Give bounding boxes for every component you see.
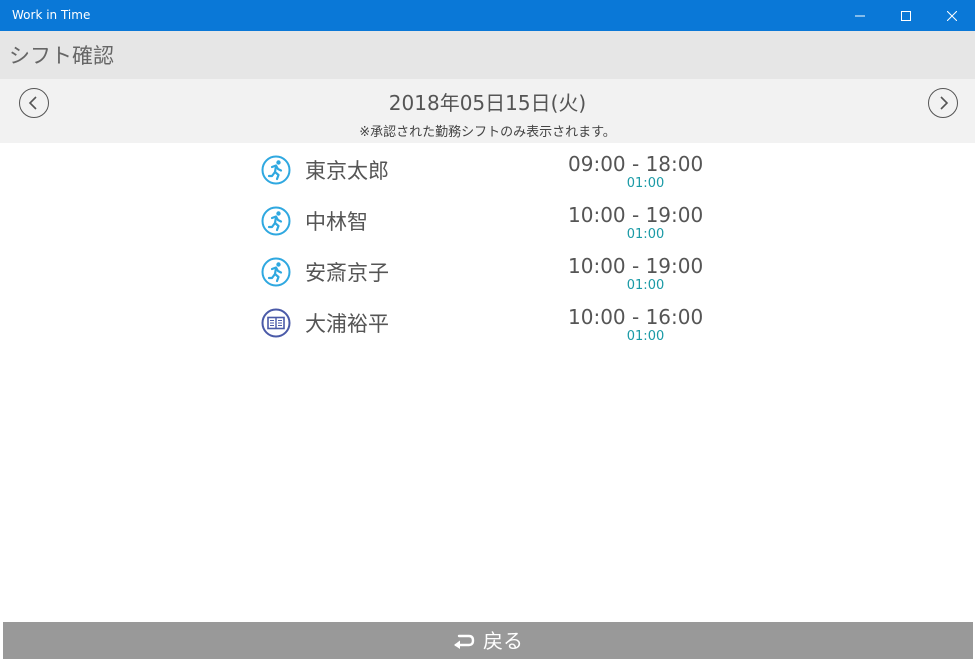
break-time: 01:00 xyxy=(626,278,665,293)
date-navigation: 2018年05日15日(火) ※承認された勤務シフトのみ表示されます。 xyxy=(0,79,975,143)
return-arrow-icon xyxy=(454,634,475,649)
close-button[interactable] xyxy=(929,0,975,31)
page-title: シフト確認 xyxy=(9,44,114,68)
shift-time: 10:00 - 19:00 xyxy=(568,203,704,227)
page-header: シフト確認 xyxy=(0,31,975,79)
shift-time: 10:00 - 16:00 xyxy=(568,305,704,329)
window-titlebar: Work in Time xyxy=(0,0,975,31)
book-icon xyxy=(261,308,291,338)
shift-row[interactable]: 中林智 10:00 - 19:00 01:00 xyxy=(258,203,728,257)
break-time: 01:00 xyxy=(626,176,665,191)
shift-time: 10:00 - 19:00 xyxy=(568,254,704,278)
minimize-icon xyxy=(855,15,865,16)
break-time: 01:00 xyxy=(626,329,665,344)
maximize-icon xyxy=(901,10,911,21)
shift-row[interactable]: 東京太郎 09:00 - 18:00 01:00 xyxy=(258,152,728,206)
app-title: Work in Time xyxy=(12,8,91,22)
employee-name: 中林智 xyxy=(305,210,368,234)
close-icon xyxy=(947,10,957,21)
approval-note: ※承認された勤務シフトのみ表示されます。 xyxy=(359,125,616,140)
maximize-button[interactable] xyxy=(883,0,929,31)
shift-row[interactable]: 安斎京子 10:00 - 19:00 01:00 xyxy=(258,254,728,308)
running-person-icon xyxy=(261,155,291,185)
minimize-button[interactable] xyxy=(837,0,883,31)
running-person-icon xyxy=(261,206,291,236)
employee-name: 大浦裕平 xyxy=(305,312,389,336)
employee-name: 安斎京子 xyxy=(305,261,389,285)
current-date: 2018年05日15日(火) xyxy=(388,91,587,115)
break-time: 01:00 xyxy=(626,227,665,242)
back-button[interactable]: 戻る xyxy=(3,622,973,659)
employee-name: 東京太郎 xyxy=(305,159,389,183)
next-day-button[interactable] xyxy=(928,88,958,118)
back-label: 戻る xyxy=(483,628,523,653)
shift-row[interactable]: 大浦裕平 10:00 - 16:00 01:00 xyxy=(258,305,728,359)
shift-time: 09:00 - 18:00 xyxy=(568,152,704,176)
running-person-icon xyxy=(261,257,291,287)
chevron-right-icon xyxy=(940,96,949,110)
